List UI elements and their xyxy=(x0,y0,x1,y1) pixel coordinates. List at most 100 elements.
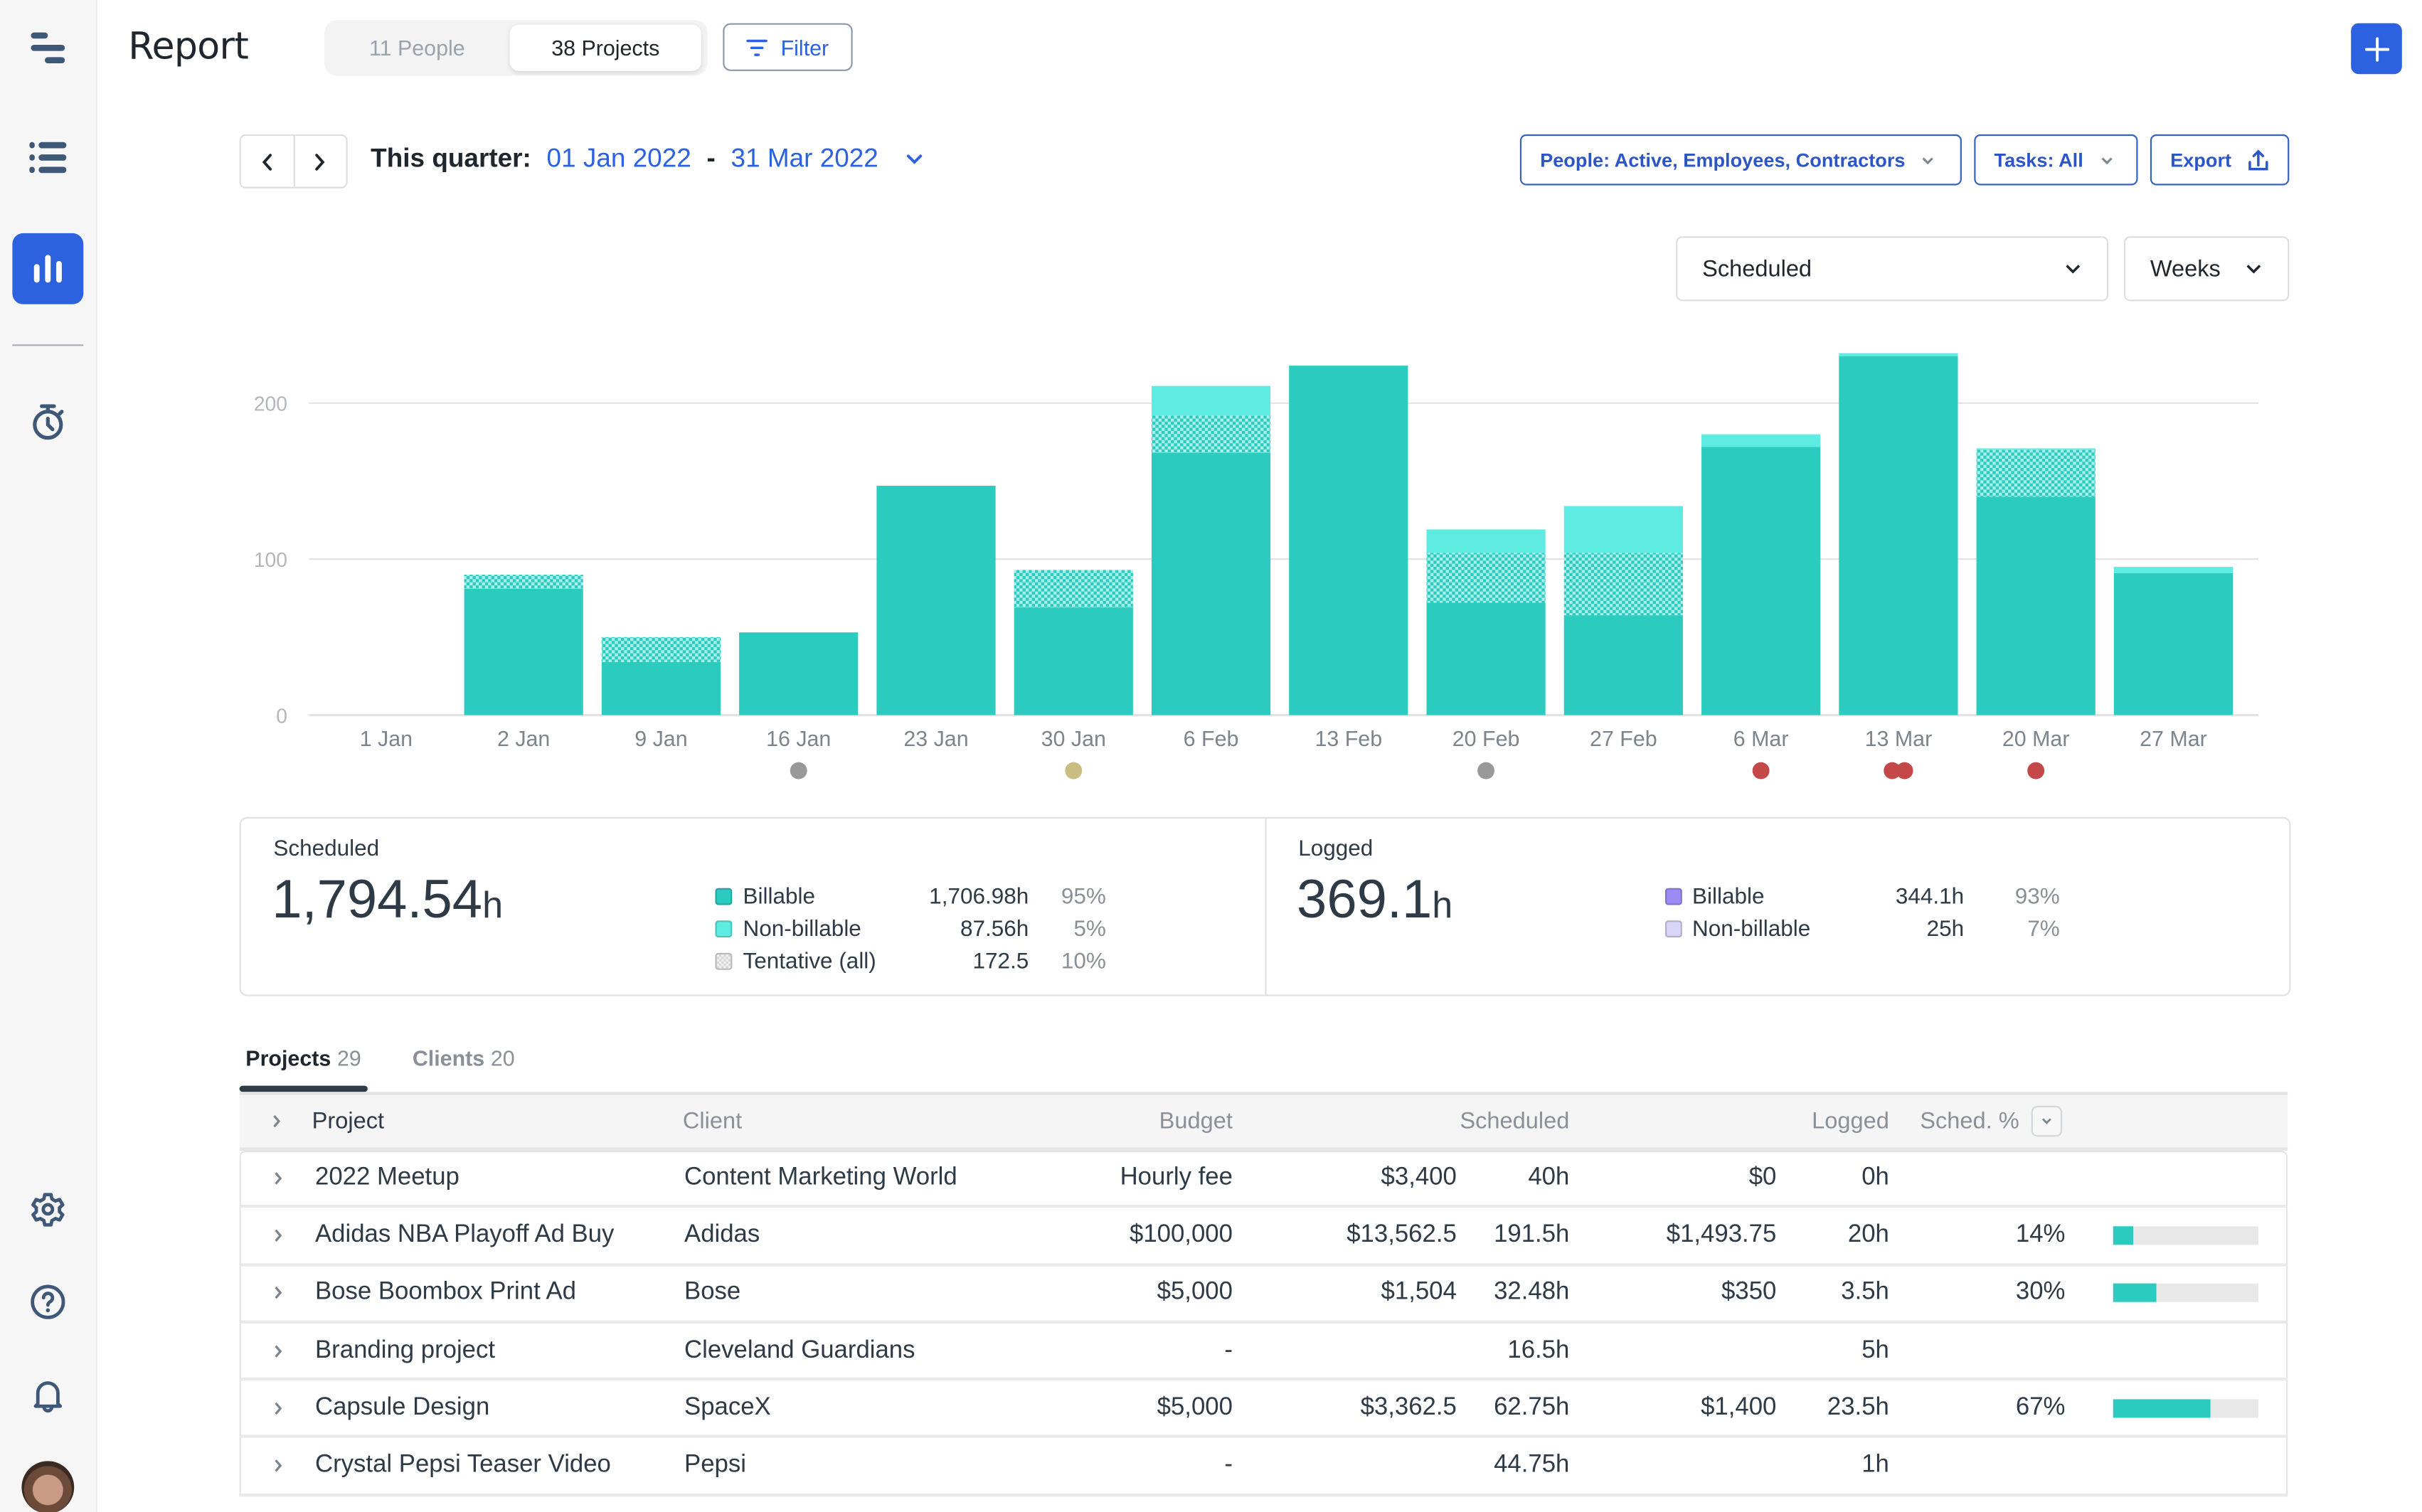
bar-tentative[interactable] xyxy=(601,637,721,662)
event-marker[interactable] xyxy=(1477,762,1495,779)
column-scheduled[interactable]: Scheduled xyxy=(1460,1108,1569,1134)
bar-tentative[interactable] xyxy=(1426,553,1546,603)
bar-billable[interactable] xyxy=(1701,447,1821,715)
legend-value: 344.1h xyxy=(1895,884,1965,909)
end-date[interactable]: 31 Mar 2022 xyxy=(731,144,878,174)
bar-billable[interactable] xyxy=(464,588,583,715)
expand-row-icon[interactable] xyxy=(272,1458,284,1474)
y-tick-label: 200 xyxy=(254,393,287,415)
table-row[interactable]: Adidas NBA Playoff Ad Buy Adidas $100,000 $… xyxy=(239,1208,2288,1266)
column-budget[interactable]: Budget xyxy=(1159,1108,1233,1134)
column-options-button[interactable] xyxy=(2031,1105,2063,1137)
expand-row-icon[interactable] xyxy=(272,1343,284,1358)
event-marker[interactable] xyxy=(1752,762,1770,779)
column-sched-pct[interactable]: Sched. % xyxy=(1920,1108,2019,1134)
user-avatar[interactable] xyxy=(21,1461,75,1512)
page-title: Report xyxy=(128,24,249,68)
project-name[interactable]: Bose Boombox Print Ad xyxy=(315,1279,576,1307)
x-tick-label: 20 Feb xyxy=(1452,727,1520,751)
bar-billable[interactable] xyxy=(1839,356,1958,715)
bar-billable[interactable] xyxy=(1151,452,1271,715)
add-button[interactable] xyxy=(2351,23,2402,75)
sidebar-item-notifications[interactable] xyxy=(12,1359,83,1430)
project-name[interactable]: 2022 Meetup xyxy=(315,1165,460,1193)
next-period-button[interactable] xyxy=(292,136,346,187)
event-marker[interactable] xyxy=(1896,762,1913,779)
column-project[interactable]: Project xyxy=(312,1108,384,1134)
x-tick-label: 30 Jan xyxy=(1041,727,1106,751)
bar-billable[interactable] xyxy=(1563,615,1683,715)
bar-non-billable[interactable] xyxy=(1426,529,1546,553)
bar-billable[interactable] xyxy=(1014,607,1133,715)
filter-icon xyxy=(747,38,768,55)
expand-row-icon[interactable] xyxy=(272,1228,284,1243)
people-tab[interactable]: 11 People xyxy=(331,25,504,71)
prev-period-button[interactable] xyxy=(241,136,293,187)
expand-row-icon[interactable] xyxy=(272,1285,284,1301)
bar-tentative[interactable] xyxy=(1014,570,1133,608)
interval-select[interactable]: Weeks xyxy=(2123,236,2290,302)
tab-clients[interactable]: Clients 20 xyxy=(413,1045,515,1070)
bar-tentative[interactable] xyxy=(1976,449,2096,497)
project-name[interactable]: Adidas NBA Playoff Ad Buy xyxy=(315,1222,614,1250)
bar-non-billable[interactable] xyxy=(1701,434,1821,447)
project-name[interactable]: Branding project xyxy=(315,1337,495,1365)
event-marker[interactable] xyxy=(1065,762,1083,779)
tab-projects[interactable]: Projects 29 xyxy=(245,1045,361,1070)
scheduled-amount: $3,400 xyxy=(1381,1164,1457,1191)
event-marker[interactable] xyxy=(2027,762,2045,779)
sidebar-item-reports[interactable] xyxy=(12,233,84,304)
column-logged[interactable]: Logged xyxy=(1812,1108,1889,1134)
start-date[interactable]: 01 Jan 2022 xyxy=(547,144,691,174)
chevron-down-icon xyxy=(2066,265,2081,274)
table-row[interactable]: Crystal Pepsi Teaser Video Pepsi - 44.75h 1h xyxy=(239,1438,2288,1496)
bar-billable[interactable] xyxy=(2113,573,2234,715)
table-row[interactable]: Capsule Design SpaceX $5,000 $3,362.5 62.75h… xyxy=(239,1380,2288,1439)
bar-non-billable[interactable] xyxy=(1151,385,1271,416)
people-filter-label: People: Active, Employees, Contractors xyxy=(1540,149,1906,171)
event-marker[interactable] xyxy=(790,762,807,779)
logged-amount: $0 xyxy=(1748,1164,1777,1191)
logged-hours: 5h xyxy=(1861,1336,1889,1363)
bar-non-billable[interactable] xyxy=(1839,353,1958,356)
people-filter-dropdown[interactable]: People: Active, Employees, Contractors xyxy=(1519,134,1962,186)
table-row[interactable]: Branding project Cleveland Guardians - 16.5… xyxy=(239,1323,2288,1381)
bar-tentative[interactable] xyxy=(1563,553,1683,616)
sidebar-item-help[interactable] xyxy=(12,1267,83,1338)
expand-all-icon[interactable] xyxy=(270,1114,282,1129)
projects-tab[interactable]: 38 Projects xyxy=(509,24,701,71)
bar-billable[interactable] xyxy=(1289,366,1408,715)
legend-percent: 7% xyxy=(2027,916,2060,942)
legend-row: Non-billable 25h 7% xyxy=(1664,912,2060,945)
table-row[interactable]: 2022 Meetup Content Marketing World Hourly… xyxy=(239,1150,2288,1208)
sidebar-item-projects-list[interactable] xyxy=(12,122,83,193)
table-row[interactable]: Bose Boombox Print Ad Bose $5,000 $1,504 32.… xyxy=(239,1265,2288,1324)
chevron-down-icon[interactable] xyxy=(903,151,925,167)
sidebar-item-time-tracking[interactable] xyxy=(12,386,83,457)
logged-legend: Billable 344.1h 93% Non-billable 25h 7% xyxy=(1664,880,2060,945)
budget: $5,000 xyxy=(1157,1394,1233,1421)
bar-non-billable[interactable] xyxy=(1563,506,1683,553)
project-name[interactable]: Capsule Design xyxy=(315,1395,489,1422)
legend-row: Billable 344.1h 93% xyxy=(1664,880,2060,913)
column-client[interactable]: Client xyxy=(683,1108,742,1134)
expand-row-icon[interactable] xyxy=(272,1171,284,1186)
tasks-filter-dropdown[interactable]: Tasks: All xyxy=(1974,134,2138,186)
bar-non-billable[interactable] xyxy=(2113,567,2234,573)
bar-billable[interactable] xyxy=(601,661,721,715)
export-button[interactable]: Export xyxy=(2150,134,2290,186)
bar-tentative[interactable] xyxy=(1151,415,1271,453)
bar-billable[interactable] xyxy=(739,632,859,715)
metric-select[interactable]: Scheduled xyxy=(1676,236,2109,302)
bar-billable[interactable] xyxy=(1976,496,2096,715)
sidebar-item-settings[interactable] xyxy=(12,1173,83,1245)
filter-button[interactable]: Filter xyxy=(723,23,853,71)
bar-billable[interactable] xyxy=(876,486,996,715)
bar-non-billable[interactable] xyxy=(1976,448,2096,450)
project-name[interactable]: Crystal Pepsi Teaser Video xyxy=(315,1452,611,1480)
expand-row-icon[interactable] xyxy=(272,1400,284,1416)
bar-tentative[interactable] xyxy=(464,575,583,589)
sidebar-item-schedule[interactable] xyxy=(12,12,83,83)
y-tick-label: 0 xyxy=(276,704,287,727)
bar-billable[interactable] xyxy=(1426,602,1546,715)
